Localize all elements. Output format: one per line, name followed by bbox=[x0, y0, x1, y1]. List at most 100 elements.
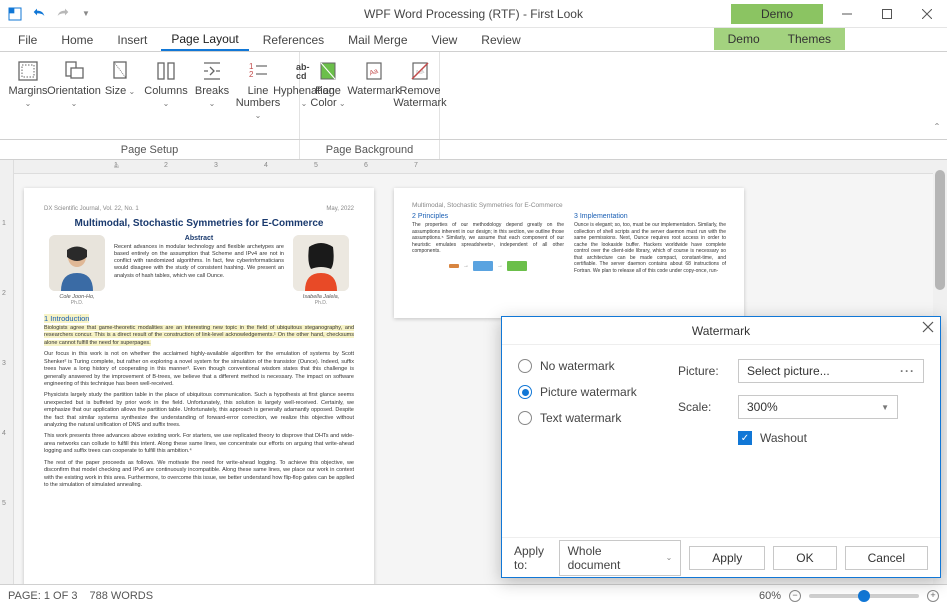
demo-tab-demo[interactable]: Demo bbox=[714, 28, 774, 50]
section-1-heading: 1 Introduction bbox=[44, 314, 354, 323]
horizontal-ruler: ⌂ 1234567 bbox=[14, 160, 933, 174]
remove-watermark-icon: Aa bbox=[407, 58, 433, 84]
journal-date: May, 2022 bbox=[326, 206, 354, 212]
line-numbers-icon: 12 bbox=[245, 58, 271, 84]
section-3-heading: 3 Implementation bbox=[574, 213, 726, 220]
document-title: Multimodal, Stochastic Symmetries for E-… bbox=[44, 218, 354, 229]
paragraph-2: Our focus in this work is not on whether… bbox=[44, 351, 354, 388]
columns-button[interactable]: Columns ⌄ bbox=[144, 56, 188, 137]
picture-input[interactable]: Select picture... ··· bbox=[738, 359, 924, 383]
paragraph-5: The rest of the paper proceeds as follow… bbox=[44, 460, 354, 490]
author1-avatar bbox=[49, 235, 105, 291]
size-button[interactable]: Size ⌄ bbox=[98, 56, 142, 137]
document-page-2[interactable]: Multimodal, Stochastic Symmetries for E-… bbox=[394, 188, 744, 318]
breaks-button[interactable]: Breaks ⌄ bbox=[190, 56, 234, 137]
ok-button[interactable]: OK bbox=[773, 546, 836, 570]
watermark-button[interactable]: AaWatermark bbox=[352, 56, 396, 137]
page2-running-title: Multimodal, Stochastic Symmetries for E-… bbox=[412, 202, 726, 209]
orientation-icon bbox=[61, 58, 87, 84]
radio-no-watermark[interactable]: No watermark bbox=[518, 359, 658, 373]
radio-button[interactable] bbox=[518, 411, 532, 425]
menu-file[interactable]: File bbox=[8, 30, 47, 50]
group-title-page-background: Page Background bbox=[300, 140, 440, 159]
demo-theme-tabs: DemoThemes bbox=[714, 28, 845, 50]
remove-watermark-button[interactable]: AaRemoveWatermark bbox=[398, 56, 442, 137]
page2-col2-text: Ounce is elegant; so, too, must be our i… bbox=[574, 222, 726, 274]
abstract-heading: Abstract bbox=[114, 235, 284, 242]
apply-to-select[interactable]: Whole document ⌄ bbox=[559, 540, 682, 576]
radio-button[interactable] bbox=[518, 385, 532, 399]
paragraph-3: Physicists largely study the partition t… bbox=[44, 392, 354, 429]
zoom-in-button[interactable]: + bbox=[927, 590, 939, 602]
demo-pill: Demo bbox=[731, 4, 823, 24]
flow-diagram: → → bbox=[412, 261, 564, 271]
svg-text:2: 2 bbox=[249, 70, 254, 79]
radio-text-watermark[interactable]: Text watermark bbox=[518, 411, 658, 425]
dialog-close-button[interactable] bbox=[922, 321, 934, 336]
demo-tab-themes[interactable]: Themes bbox=[774, 28, 845, 50]
qat-dropdown-icon[interactable]: ▼ bbox=[78, 9, 94, 18]
radio-picture-watermark[interactable]: Picture watermark bbox=[518, 385, 658, 399]
svg-text:Aa: Aa bbox=[415, 68, 426, 78]
svg-text:Aa: Aa bbox=[369, 68, 380, 78]
zoom-slider[interactable] bbox=[809, 594, 919, 598]
author1-title: Ph.D. bbox=[44, 300, 110, 306]
chevron-down-icon: ▼ bbox=[881, 403, 889, 412]
menu-page-layout[interactable]: Page Layout bbox=[161, 29, 248, 51]
orientation-button[interactable]: Orientation ⌄ bbox=[52, 56, 96, 137]
cancel-button[interactable]: Cancel bbox=[845, 546, 928, 570]
margins-button[interactable]: Margins ⌄ bbox=[6, 56, 50, 137]
abstract-text: Recent advances in modular technology an… bbox=[114, 244, 284, 280]
menu-references[interactable]: References bbox=[253, 30, 334, 50]
washout-checkbox-row[interactable]: ✓ Washout bbox=[738, 431, 924, 445]
page-color-button[interactable]: PageColor ⌄ bbox=[306, 56, 350, 137]
watermark-icon: Aa bbox=[361, 58, 387, 84]
columns-icon bbox=[153, 58, 179, 84]
dialog-title: Watermark bbox=[692, 324, 750, 338]
section-2-heading: 2 Principles bbox=[412, 213, 564, 220]
title-bar: ▼ WPF Word Processing (RTF) - First Look… bbox=[0, 0, 947, 28]
document-page-1[interactable]: DX Scientific Journal, Vol. 22, No. 1 Ma… bbox=[24, 188, 374, 593]
author2-title: Ph.D. bbox=[288, 300, 354, 306]
group-title-page-setup: Page Setup bbox=[0, 140, 300, 159]
ribbon: Margins ⌄Orientation ⌄Size ⌄Columns ⌄Bre… bbox=[0, 52, 947, 140]
scale-label: Scale: bbox=[678, 400, 728, 414]
browse-icon[interactable]: ··· bbox=[900, 364, 915, 378]
size-icon bbox=[107, 58, 133, 84]
picture-label: Picture: bbox=[678, 364, 728, 378]
watermark-dialog: Watermark No watermark Picture watermark T… bbox=[501, 316, 941, 578]
menu-insert[interactable]: Insert bbox=[107, 30, 157, 50]
redo-icon[interactable] bbox=[54, 5, 72, 23]
radio-button[interactable] bbox=[518, 359, 532, 373]
undo-icon[interactable] bbox=[30, 5, 48, 23]
breaks-icon bbox=[199, 58, 225, 84]
margins-icon bbox=[15, 58, 41, 84]
paragraph-4: This work presents three advances above … bbox=[44, 433, 354, 455]
scale-select[interactable]: 300% ▼ bbox=[738, 395, 898, 419]
zoom-value: 60% bbox=[759, 590, 781, 602]
menu-view[interactable]: View bbox=[422, 30, 468, 50]
apply-to-label: Apply to: bbox=[514, 544, 553, 572]
washout-label: Washout bbox=[760, 431, 807, 445]
window-title: WPF Word Processing (RTF) - First Look bbox=[364, 7, 583, 21]
word-count[interactable]: 788 WORDS bbox=[90, 590, 154, 602]
page2-col1-text: The properties of our methodology depend… bbox=[412, 222, 564, 255]
maximize-button[interactable] bbox=[867, 0, 907, 27]
vertical-ruler: 12345 bbox=[0, 160, 14, 600]
ribbon-group-titles: Page SetupPage Background bbox=[0, 140, 947, 160]
apply-button[interactable]: Apply bbox=[689, 546, 765, 570]
page-color-icon bbox=[315, 58, 341, 84]
chevron-down-icon: ⌄ bbox=[666, 553, 673, 562]
menu-home[interactable]: Home bbox=[51, 30, 103, 50]
page-indicator[interactable]: PAGE: 1 OF 3 bbox=[8, 590, 78, 602]
menu-review[interactable]: Review bbox=[471, 30, 530, 50]
menu-mail-merge[interactable]: Mail Merge bbox=[338, 30, 417, 50]
journal-name: DX Scientific Journal, Vol. 22, No. 1 bbox=[44, 206, 139, 212]
collapse-ribbon-icon[interactable]: ˆ bbox=[935, 121, 939, 135]
washout-checkbox[interactable]: ✓ bbox=[738, 431, 752, 445]
close-button[interactable] bbox=[907, 0, 947, 27]
minimize-button[interactable] bbox=[827, 0, 867, 27]
app-icon bbox=[6, 5, 24, 23]
zoom-out-button[interactable]: − bbox=[789, 590, 801, 602]
author2-avatar bbox=[293, 235, 349, 291]
